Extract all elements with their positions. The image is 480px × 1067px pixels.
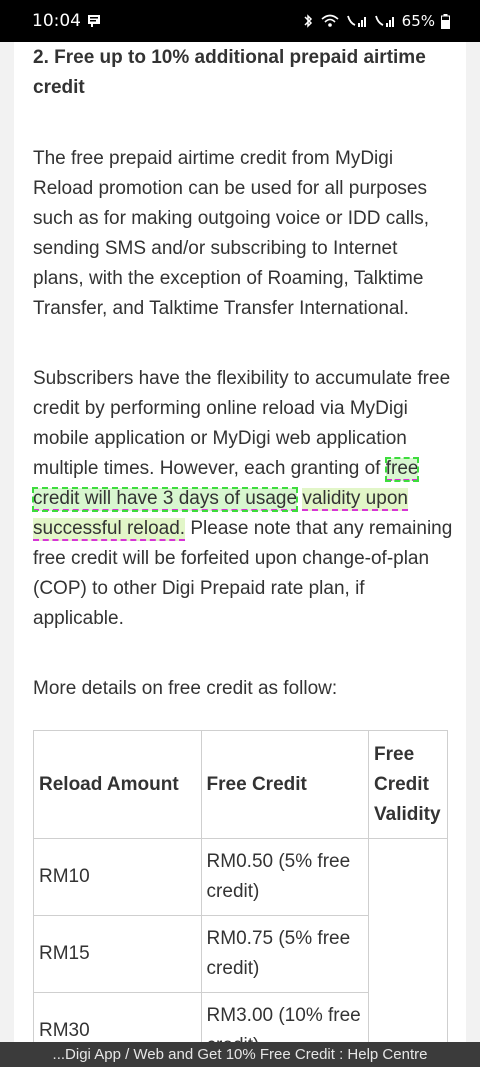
signal-1-icon	[346, 13, 368, 29]
cell-reload-amount: RM30	[33, 992, 202, 1042]
paragraph-details: More details on free credit as follow:	[33, 678, 338, 699]
page-margin-left	[0, 42, 14, 1042]
wifi-calling-icon	[320, 13, 340, 29]
status-time: 10:04	[32, 11, 81, 31]
status-right: 65%	[303, 12, 450, 30]
article-page[interactable]: 2. Free up to 10% additional prepaid air…	[0, 42, 480, 1042]
header-free-credit-validity: Free Credit Validity	[368, 730, 448, 839]
table-row: RM10 RM0.50 (5% free credit)	[33, 838, 448, 1042]
battery-percent: 65%	[401, 12, 435, 30]
status-bar: 10:04 65%	[0, 0, 480, 42]
free-credit-table: Reload Amount Free Credit Free Credit Va…	[33, 730, 448, 1042]
cell-reload-amount: RM10	[33, 838, 202, 916]
cell-validity	[368, 838, 448, 1042]
article-content: 2. Free up to 10% additional prepaid air…	[31, 42, 453, 704]
sim-notification-icon	[87, 14, 101, 28]
cell-free-credit: RM0.50 (5% free credit)	[200, 838, 370, 916]
status-left: 10:04	[32, 11, 101, 31]
paragraph-usage: The free prepaid airtime credit from MyD…	[33, 148, 430, 319]
page-title-footer: ...Digi App / Web and Get 10% Free Credi…	[0, 1042, 480, 1067]
cell-reload-amount: RM15	[33, 915, 202, 993]
signal-2-icon	[374, 13, 396, 29]
paragraph-accumulate: Subscribers have the flexibility to accu…	[31, 364, 453, 634]
section-heading: 2. Free up to 10% additional prepaid air…	[33, 47, 426, 98]
battery-icon	[441, 13, 450, 29]
header-free-credit: Free Credit	[200, 730, 370, 839]
bluetooth-icon	[303, 13, 314, 29]
header-reload-amount: Reload Amount	[33, 730, 202, 839]
table-header-row: Reload Amount Free Credit Free Credit Va…	[33, 730, 448, 839]
page-margin-right	[466, 42, 480, 1042]
cell-free-credit: RM3.00 (10% free credit)	[200, 992, 370, 1042]
cell-free-credit: RM0.75 (5% free credit)	[200, 915, 370, 993]
